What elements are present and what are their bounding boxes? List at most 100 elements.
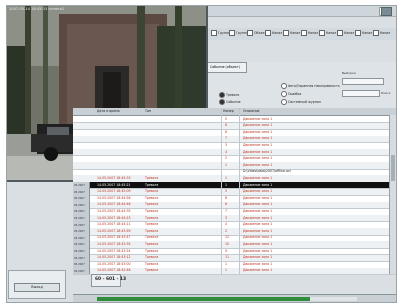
cell-datetime: 14.05.2007 18:44:11 [97, 222, 131, 227]
channel-checkbox-7[interactable]: Канал [319, 30, 336, 38]
cell-type: Тревога [145, 208, 159, 213]
checkbox-label: Канал [290, 31, 301, 35]
cell-datetime: 14.05.2007 18:45:33 [97, 175, 131, 180]
cell-number: 3 [225, 142, 228, 147]
cell-description: Движение зона 1 [243, 215, 273, 220]
cell-number: 12 [225, 235, 230, 240]
column-header-datetime[interactable]: Дата и время [97, 109, 120, 113]
cell-number: 1 [225, 261, 228, 266]
scrollbar-thumb[interactable] [391, 155, 395, 181]
tab-event-object[interactable]: Событие (объект) [207, 62, 247, 73]
date-strip-label: 05.2007 [74, 256, 85, 260]
channel-checkbox-1[interactable]: Группа [211, 30, 230, 38]
filter-panel: Событие (объект) Тревога Событие Авто/Ох… [207, 62, 396, 112]
field-caption: Поиск [381, 91, 391, 95]
date-strip-label: 05.2007 [74, 197, 85, 201]
checkbox-icon [319, 30, 325, 36]
video-timestamp: 2007-05-14 18:45:33 camera1 [9, 7, 65, 11]
cell-description: Движение зона 1 [243, 222, 273, 227]
radio-icon [281, 83, 287, 89]
cell-datetime: 14.05.2007 18:43:59 [97, 228, 131, 233]
cell-type: Тревога [145, 195, 159, 200]
cell-type: Тревога [145, 222, 159, 227]
checkbox-icon [283, 30, 289, 36]
cell-datetime: 14.05.2007 18:44:35 [97, 208, 131, 213]
channel-checkbox-row: Группа Группа Объект Канал Канал Канал Канал Ка… [207, 28, 396, 40]
cell-datetime: 14.05.2007 18:43:24 [97, 248, 131, 253]
radio-icon [281, 91, 287, 97]
date-strip-label: 05.2007 [74, 184, 85, 187]
checkbox-label: Канал [362, 31, 373, 35]
date-strip-label: 05.2007 [74, 223, 85, 227]
exit-button[interactable]: Выход [14, 283, 60, 292]
date-strip-label: 05.2007 [74, 243, 85, 247]
status-bar [73, 294, 396, 302]
column-header-type[interactable]: Тип [145, 109, 151, 113]
channel-checkbox-2[interactable]: Группа [229, 30, 248, 38]
cell-number: 4 [225, 149, 228, 154]
checkbox-icon [247, 30, 253, 36]
cell-type: Тревога [145, 268, 159, 273]
cell-number: 10 [225, 241, 230, 246]
cell-datetime: 14.05.2007 18:44:46 [97, 202, 131, 207]
cell-type: Тревога [145, 175, 159, 180]
range-field-from[interactable] [342, 78, 384, 85]
date-strip-label: 05.2007 [74, 217, 85, 220]
table-row[interactable]: 14.05.2007 18:42:48 Тревога 1 Движение зона… [73, 267, 396, 276]
option-fault[interactable]: Авто/Охранная неисправность [281, 83, 340, 89]
cell-type: Тревога [145, 241, 159, 246]
cell-description: Движение зона 1 [243, 116, 273, 121]
close-icon[interactable] [381, 7, 392, 16]
date-strip-label: 05.2007 [74, 210, 85, 214]
cell-number: 2 [225, 156, 228, 161]
radio-icon [281, 99, 287, 105]
event-table: Дата и время Тип Номер Описание 5 Движени… [73, 108, 396, 276]
cell-type: Тревога [145, 255, 159, 260]
cell-datetime: 14.05.2007 18:42:48 [97, 268, 131, 273]
cell-datetime: 14.05.2007 18:43:35 [97, 241, 131, 246]
checkbox-icon [337, 30, 343, 36]
cell-description: Движение зона 1 [243, 268, 273, 273]
cell-datetime: 14.05.2007 18:43:12 [97, 255, 131, 260]
channel-checkbox-5[interactable]: Канал [283, 30, 300, 38]
top-toolbar [207, 6, 396, 17]
cell-number: 5 [225, 116, 228, 121]
date-strip: 05.2007 05.2007 05.2007 05.2007 05.2007 05.20… [73, 182, 90, 274]
date-strip-label: 05.2007 [74, 190, 85, 194]
range-field-to[interactable] [342, 90, 380, 97]
checkbox-icon [265, 30, 271, 36]
cell-type: Тревога [145, 182, 159, 187]
channel-checkbox-9[interactable]: Канал [355, 30, 372, 38]
cell-number: 7 [225, 136, 228, 141]
option-system-log[interactable]: Системный журнал [281, 99, 321, 105]
cell-number: 1 [225, 182, 228, 187]
progress-fill [97, 297, 311, 301]
cell-description: Движение зона 1 [243, 255, 273, 260]
cell-description: Движение зона 1 [243, 195, 273, 200]
cell-description: Движение зона 1 [243, 162, 273, 167]
checkbox-icon [229, 30, 235, 36]
channel-checkbox-10[interactable]: Канал [373, 30, 390, 38]
screenshot: Группа Группа Объект Канал Канал Канал Канал Ка… [0, 0, 398, 305]
channel-checkbox-8[interactable]: Канал [337, 30, 354, 38]
table-scrollbar[interactable] [389, 115, 396, 274]
option-event[interactable]: Событие [219, 99, 241, 105]
option-alarm[interactable]: Тревога [219, 92, 239, 98]
checkbox-icon [355, 30, 361, 36]
cell-number: 7 [225, 208, 228, 213]
cell-number: 2 [225, 228, 228, 233]
checkbox-icon [211, 30, 217, 36]
column-header-description[interactable]: Описание [243, 109, 260, 113]
cell-datetime: 14.05.2007 18:44:58 [97, 195, 131, 200]
radio-icon [219, 99, 225, 105]
cell-description: Движение зона 1 [243, 202, 273, 207]
channel-checkbox-4[interactable]: Канал [265, 30, 282, 38]
column-divider [239, 108, 240, 274]
option-error[interactable]: Ошибка [281, 91, 301, 97]
cell-type: Тревога [145, 202, 159, 207]
column-header-number[interactable]: Номер [223, 109, 234, 113]
channel-checkbox-6[interactable]: Канал [301, 30, 318, 38]
cell-datetime: 14.05.2007 18:43:00 [97, 261, 131, 266]
cell-number: 6 [225, 129, 228, 134]
channel-checkbox-3[interactable]: Объект [247, 30, 266, 38]
